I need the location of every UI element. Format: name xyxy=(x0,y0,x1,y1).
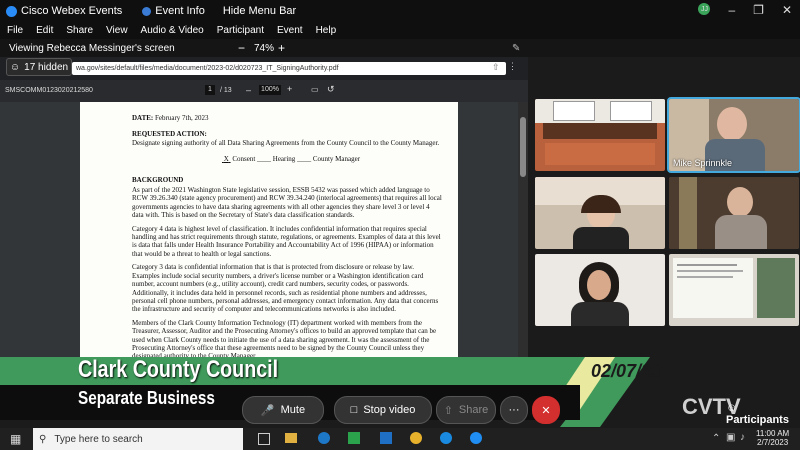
search-icon: ⚲ xyxy=(39,433,47,445)
microphone-icon: 🎤 xyxy=(260,404,275,417)
council-dais xyxy=(543,123,657,139)
pdf-zoom-in-icon[interactable]: + xyxy=(287,84,292,94)
participants-icon: ☺ xyxy=(726,402,738,414)
participant-tile-shared-screen[interactable] xyxy=(669,254,799,326)
doc-paragraph: Category 4 data is highest level of clas… xyxy=(132,224,441,258)
participants-button[interactable]: ☺ Participants xyxy=(726,402,800,426)
pdf-filename: SMSCOMM0123020212580 xyxy=(5,87,93,94)
menu-participant[interactable]: Participant xyxy=(217,25,264,36)
browser-menu-icon[interactable]: ⋮ xyxy=(508,61,517,72)
close-icon[interactable]: ✕ xyxy=(782,3,792,17)
menu-file[interactable]: File xyxy=(7,25,23,36)
participant-tile-chamber[interactable] xyxy=(535,99,665,171)
share-zoom-level: 74% xyxy=(254,42,275,54)
lower-third-date: 02/07/23 xyxy=(591,361,662,381)
doc-paragraph: Members of the Clark County Information … xyxy=(132,318,437,357)
menu-audio-video[interactable]: Audio & Video xyxy=(141,25,204,36)
participant-tile[interactable] xyxy=(535,254,665,326)
file-explorer-icon[interactable] xyxy=(285,433,297,443)
participant-tile[interactable] xyxy=(535,177,665,249)
zoom-in-button[interactable]: + xyxy=(278,41,285,55)
pdf-page: DATE: February 7th, 2023 REQUESTED ACTIO… xyxy=(80,102,458,357)
lower-third-title: Clark County Council xyxy=(78,356,279,383)
pen-icon[interactable]: ✎ xyxy=(512,43,520,54)
webex-logo-icon xyxy=(6,5,17,17)
minimize-icon[interactable]: – xyxy=(728,3,735,17)
menu-share[interactable]: Share xyxy=(66,25,93,36)
chamber-screen xyxy=(553,101,595,121)
mute-button[interactable]: 🎤 Mute xyxy=(242,396,324,424)
pdf-scroll-thumb[interactable] xyxy=(520,117,526,177)
participant-face xyxy=(587,270,611,300)
hide-menu-bar-button[interactable]: Hide Menu Bar xyxy=(219,5,296,17)
doc-agenda-type: X Consent ____ Hearing ____ County Manag… xyxy=(223,155,361,164)
event-info-menu[interactable]: Event Info xyxy=(136,5,205,17)
rotate-icon[interactable]: ↺ xyxy=(327,84,335,95)
lower-third-subtitle: Separate Business xyxy=(78,388,215,408)
close-icon: ✕ xyxy=(541,404,551,417)
participant-face xyxy=(727,187,753,217)
doc-requested-action-heading: REQUESTED ACTION: xyxy=(132,130,207,139)
outlook-icon[interactable] xyxy=(380,432,392,444)
share-status-bar: Viewing Rebecca Messinger's screen − 74%… xyxy=(0,39,800,57)
chrome-icon[interactable] xyxy=(410,432,422,444)
doc-background-heading: BACKGROUND xyxy=(132,175,184,184)
doc-date: DATE: February 7th, 2023 xyxy=(132,114,209,122)
doc-paragraph: Category 3 data is confidential informat… xyxy=(132,263,439,314)
tray-chevron-icon[interactable]: ⌃ xyxy=(712,433,720,444)
menu-event[interactable]: Event xyxy=(277,25,303,36)
shared-screen: wa.gov/sites/default/files/media/documen… xyxy=(0,57,528,357)
excel-icon[interactable] xyxy=(348,432,360,444)
share-icon[interactable]: ⇧ xyxy=(492,62,500,73)
menu-help[interactable]: Help xyxy=(316,25,337,36)
menu-edit[interactable]: Edit xyxy=(36,25,53,36)
url-field[interactable]: wa.gov/sites/default/files/media/documen… xyxy=(72,62,506,75)
page-number-input[interactable]: 1 xyxy=(205,85,215,95)
info-shield-icon xyxy=(142,6,152,16)
browser-address-bar: wa.gov/sites/default/files/media/documen… xyxy=(0,57,528,80)
network-icon[interactable]: ▣ xyxy=(726,432,735,443)
participant-face xyxy=(717,107,747,141)
share-screen-icon: ⇧ xyxy=(443,404,453,417)
hidden-participants-pill[interactable]: ☺ 17 hidden xyxy=(6,58,72,76)
fit-page-icon[interactable]: ▭ xyxy=(311,85,319,94)
doc-paragraph: As part of the 2021 Washington State leg… xyxy=(132,186,442,220)
taskbar-search[interactable]: ⚲ Type here to search xyxy=(33,428,243,450)
doc-action-text: Designate signing authority of all Data … xyxy=(132,138,440,147)
restore-icon[interactable]: ❐ xyxy=(753,3,764,17)
participant-tile[interactable] xyxy=(669,177,799,249)
pdf-zoom-out-icon[interactable]: – xyxy=(246,85,251,95)
pdf-zoom-input[interactable]: 100% xyxy=(259,85,281,95)
zoom-out-button[interactable]: − xyxy=(238,41,245,55)
menu-view[interactable]: View xyxy=(106,25,128,36)
end-meeting-button[interactable]: ✕ xyxy=(532,396,560,424)
edge-beta-icon[interactable] xyxy=(440,432,452,444)
more-options-button[interactable]: ··· xyxy=(500,396,528,424)
page-total: / 13 xyxy=(220,87,232,94)
participant-name: Mike Sprinnkle xyxy=(673,158,733,168)
app-title: Cisco Webex Events xyxy=(0,5,122,17)
viewing-screen-label: Viewing Rebecca Messinger's screen xyxy=(9,42,175,54)
participant-tile-mike-sprinnkle[interactable]: Mike Sprinnkle xyxy=(667,97,800,173)
webex-taskbar-icon[interactable] xyxy=(470,432,482,444)
person-icon: ☺ xyxy=(9,61,21,73)
pdf-toolbar: SMSCOMM0123020212580 1 / 13 – 100% + ▭ ↺ xyxy=(0,80,528,102)
windows-start-icon[interactable]: ▦ xyxy=(10,432,21,446)
task-view-icon[interactable] xyxy=(258,433,270,445)
title-bar: Cisco Webex Events Event Info Hide Menu … xyxy=(0,0,800,22)
menu-bar: File Edit Share View Audio & Video Parti… xyxy=(0,22,800,39)
stop-video-button[interactable]: □ Stop video xyxy=(334,396,432,424)
share-button[interactable]: ⇧ Share xyxy=(436,396,496,424)
edge-icon[interactable] xyxy=(318,432,330,444)
taskbar-clock[interactable]: 11:00 AM 2/7/2023 xyxy=(756,429,789,447)
user-avatar[interactable]: JJ xyxy=(698,3,711,15)
window-controls: JJ – ❐ ✕ xyxy=(698,3,792,17)
camera-icon: □ xyxy=(350,404,358,416)
volume-icon[interactable]: ♪ xyxy=(740,432,745,443)
